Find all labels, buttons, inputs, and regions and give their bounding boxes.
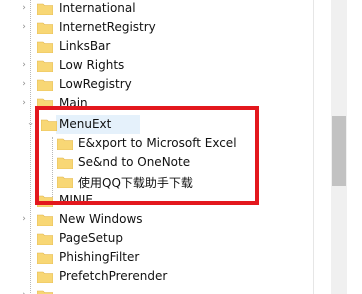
tree-item-lowregistry[interactable]: › LowRegistry	[0, 75, 315, 94]
chevron-right-icon[interactable]: ›	[19, 79, 29, 89]
chevron-right-icon[interactable]: ›	[19, 98, 29, 108]
folder-icon	[37, 233, 53, 245]
tree-item-label: International	[59, 1, 136, 15]
tree-item-partial: ›	[0, 286, 315, 294]
folder-icon	[37, 214, 53, 226]
tree-item-label: PhishingFilter	[59, 250, 140, 264]
tree-item-linksbar[interactable]: LinksBar	[0, 37, 315, 56]
folder-icon	[37, 79, 53, 91]
chevron-right-icon[interactable]: ›	[19, 214, 29, 224]
chevron-down-icon[interactable]: ›	[25, 119, 35, 129]
folder-icon	[37, 3, 53, 15]
registry-key-tree: › International › InternetRegistry Links…	[0, 0, 315, 294]
folder-icon	[37, 252, 53, 264]
tree-item-label: InternetRegistry	[59, 20, 156, 34]
vertical-scrollbar[interactable]	[313, 0, 362, 294]
tree-item-international[interactable]: › International	[0, 0, 315, 18]
tree-item-label: PrefetchPrerender	[59, 269, 168, 283]
chevron-right-icon[interactable]: ›	[19, 22, 29, 32]
tree-item-label: LinksBar	[59, 39, 111, 53]
folder-icon	[37, 22, 53, 34]
tree-item-internetregistry[interactable]: › InternetRegistry	[0, 18, 315, 37]
chevron-right-icon[interactable]: ›	[19, 60, 29, 70]
scrollbar-thumb[interactable]	[332, 116, 346, 186]
chevron-right-icon[interactable]: ›	[19, 3, 29, 13]
tree-item-prefetchprerender[interactable]: PrefetchPrerender	[0, 267, 315, 286]
chevron-right-icon[interactable]: ›	[19, 290, 29, 294]
tree-item-pagesetup[interactable]: PageSetup	[0, 229, 315, 248]
folder-icon	[37, 41, 53, 53]
tree-item-label: Low Rights	[59, 58, 125, 72]
folder-icon	[37, 290, 53, 294]
tree-item-label: LowRegistry	[59, 77, 132, 91]
registry-editor-tree-view: › International › InternetRegistry Links…	[0, 0, 362, 294]
folder-icon	[37, 271, 53, 283]
tree-item-low-rights[interactable]: › Low Rights	[0, 56, 315, 75]
highlight-annotation-box	[35, 106, 259, 205]
tree-item-label: New Windows	[59, 212, 143, 226]
folder-icon	[37, 60, 53, 72]
tree-item-new-windows[interactable]: › New Windows	[0, 210, 315, 229]
tree-item-label: PageSetup	[59, 231, 123, 245]
tree-item-phishingfilter[interactable]: PhishingFilter	[0, 248, 315, 267]
